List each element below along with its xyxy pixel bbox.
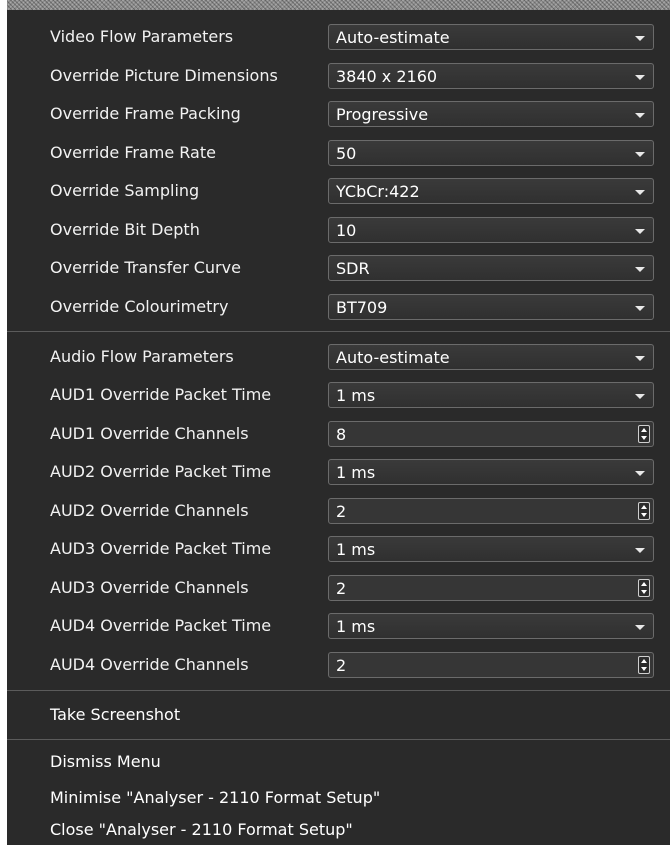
override-bit-depth-select[interactable]: 10 xyxy=(328,217,654,243)
override-bit-depth-value: 10 xyxy=(336,221,357,240)
aud1-packet-time-value: 1 ms xyxy=(336,386,376,405)
row-video-flow-parameters: Video Flow Parameters Auto-estimate xyxy=(7,22,670,54)
row-aud4-channels: AUD4 Override Channels 2 xyxy=(7,650,670,682)
row-override-colourimetry: Override Colourimetry BT709 xyxy=(7,292,670,324)
override-frame-packing-select[interactable]: Progressive xyxy=(328,101,654,127)
aud1-packet-time-label: AUD1 Override Packet Time xyxy=(50,385,272,404)
chevron-down-icon xyxy=(635,306,645,311)
override-frame-packing-value: Progressive xyxy=(336,105,429,124)
aud4-channels-spinbox[interactable]: 2 xyxy=(328,652,654,678)
aud2-packet-time-value: 1 ms xyxy=(336,463,376,482)
aud3-channels-label: AUD3 Override Channels xyxy=(50,578,249,597)
context-menu-panel: Video Flow Parameters Auto-estimate Over… xyxy=(7,0,670,845)
close-window-menu-item[interactable]: Close "Analyser - 2110 Format Setup" xyxy=(50,815,353,845)
chevron-down-icon xyxy=(635,625,645,630)
row-override-frame-rate: Override Frame Rate 50 xyxy=(7,138,670,170)
spin-updown-icon[interactable] xyxy=(638,425,650,443)
override-transfer-curve-value: SDR xyxy=(336,259,370,278)
divider xyxy=(7,739,670,740)
row-aud1-packet-time: AUD1 Override Packet Time 1 ms xyxy=(7,380,670,412)
override-picture-dimensions-select[interactable]: 3840 x 2160 xyxy=(328,63,654,89)
aud4-packet-time-label: AUD4 Override Packet Time xyxy=(50,616,272,635)
row-override-sampling: Override Sampling YCbCr:422 xyxy=(7,176,670,208)
audio-flow-parameters-label: Audio Flow Parameters xyxy=(50,347,234,366)
override-colourimetry-select[interactable]: BT709 xyxy=(328,294,654,320)
chevron-down-icon xyxy=(635,356,645,361)
dismiss-menu-item[interactable]: Dismiss Menu xyxy=(50,747,161,777)
chevron-down-icon xyxy=(635,36,645,41)
aud4-packet-time-select[interactable]: 1 ms xyxy=(328,613,654,639)
aud3-channels-spinbox[interactable]: 2 xyxy=(328,575,654,601)
override-sampling-value: YCbCr:422 xyxy=(336,182,420,201)
override-picture-dimensions-value: 3840 x 2160 xyxy=(336,67,438,86)
chevron-down-icon xyxy=(635,152,645,157)
row-aud3-packet-time: AUD3 Override Packet Time 1 ms xyxy=(7,534,670,566)
row-override-frame-packing: Override Frame Packing Progressive xyxy=(7,99,670,131)
row-aud3-channels: AUD3 Override Channels 2 xyxy=(7,573,670,605)
divider xyxy=(7,331,670,332)
chevron-down-icon xyxy=(635,190,645,195)
minimise-window-menu-item[interactable]: Minimise "Analyser - 2110 Format Setup" xyxy=(50,783,380,813)
aud4-channels-value: 2 xyxy=(336,656,347,675)
aud2-channels-label: AUD2 Override Channels xyxy=(50,501,249,520)
audio-flow-parameters-value: Auto-estimate xyxy=(336,348,450,367)
video-flow-parameters-value: Auto-estimate xyxy=(336,28,450,47)
divider xyxy=(7,690,670,691)
take-screenshot-menu-item[interactable]: Take Screenshot xyxy=(50,700,180,730)
aud2-channels-value: 2 xyxy=(336,502,347,521)
row-aud4-packet-time: AUD4 Override Packet Time 1 ms xyxy=(7,611,670,643)
aud3-packet-time-value: 1 ms xyxy=(336,540,376,559)
aud3-channels-value: 2 xyxy=(336,579,347,598)
chevron-down-icon xyxy=(635,548,645,553)
override-transfer-curve-select[interactable]: SDR xyxy=(328,255,654,281)
row-aud1-channels: AUD1 Override Channels 8 xyxy=(7,419,670,451)
video-flow-parameters-select[interactable]: Auto-estimate xyxy=(328,24,654,50)
row-override-picture-dimensions: Override Picture Dimensions 3840 x 2160 xyxy=(7,61,670,93)
audio-flow-parameters-select[interactable]: Auto-estimate xyxy=(328,344,654,370)
spin-updown-icon[interactable] xyxy=(638,579,650,597)
row-audio-flow-parameters: Audio Flow Parameters Auto-estimate xyxy=(7,342,670,374)
chevron-down-icon xyxy=(635,75,645,80)
row-override-transfer-curve: Override Transfer Curve SDR xyxy=(7,253,670,285)
chevron-down-icon xyxy=(635,267,645,272)
override-colourimetry-value: BT709 xyxy=(336,298,388,317)
aud1-channels-spinbox[interactable]: 8 xyxy=(328,421,654,447)
spin-updown-icon[interactable] xyxy=(638,502,650,520)
aud3-packet-time-select[interactable]: 1 ms xyxy=(328,536,654,562)
video-flow-parameters-label: Video Flow Parameters xyxy=(50,27,234,46)
override-bit-depth-label: Override Bit Depth xyxy=(50,220,200,239)
aud3-packet-time-label: AUD3 Override Packet Time xyxy=(50,539,272,558)
override-colourimetry-label: Override Colourimetry xyxy=(50,297,229,316)
aud1-packet-time-select[interactable]: 1 ms xyxy=(328,382,654,408)
aud1-channels-label: AUD1 Override Channels xyxy=(50,424,249,443)
chevron-down-icon xyxy=(635,113,645,118)
override-transfer-curve-label: Override Transfer Curve xyxy=(50,258,241,277)
spin-updown-icon[interactable] xyxy=(638,656,650,674)
override-frame-rate-label: Override Frame Rate xyxy=(50,143,216,162)
chevron-down-icon xyxy=(635,471,645,476)
override-frame-rate-select[interactable]: 50 xyxy=(328,140,654,166)
row-override-bit-depth: Override Bit Depth 10 xyxy=(7,215,670,247)
override-frame-packing-label: Override Frame Packing xyxy=(50,104,241,123)
aud2-packet-time-label: AUD2 Override Packet Time xyxy=(50,462,272,481)
chevron-down-icon xyxy=(635,229,645,234)
override-frame-rate-value: 50 xyxy=(336,144,357,163)
aud2-channels-spinbox[interactable]: 2 xyxy=(328,498,654,524)
override-sampling-select[interactable]: YCbCr:422 xyxy=(328,178,654,204)
drag-grip[interactable] xyxy=(7,0,670,10)
row-aud2-channels: AUD2 Override Channels 2 xyxy=(7,496,670,528)
chevron-down-icon xyxy=(635,394,645,399)
aud4-channels-label: AUD4 Override Channels xyxy=(50,655,249,674)
row-aud2-packet-time: AUD2 Override Packet Time 1 ms xyxy=(7,457,670,489)
aud2-packet-time-select[interactable]: 1 ms xyxy=(328,459,654,485)
aud1-channels-value: 8 xyxy=(336,425,347,444)
aud4-packet-time-value: 1 ms xyxy=(336,617,376,636)
override-sampling-label: Override Sampling xyxy=(50,181,200,200)
override-picture-dimensions-label: Override Picture Dimensions xyxy=(50,66,278,85)
